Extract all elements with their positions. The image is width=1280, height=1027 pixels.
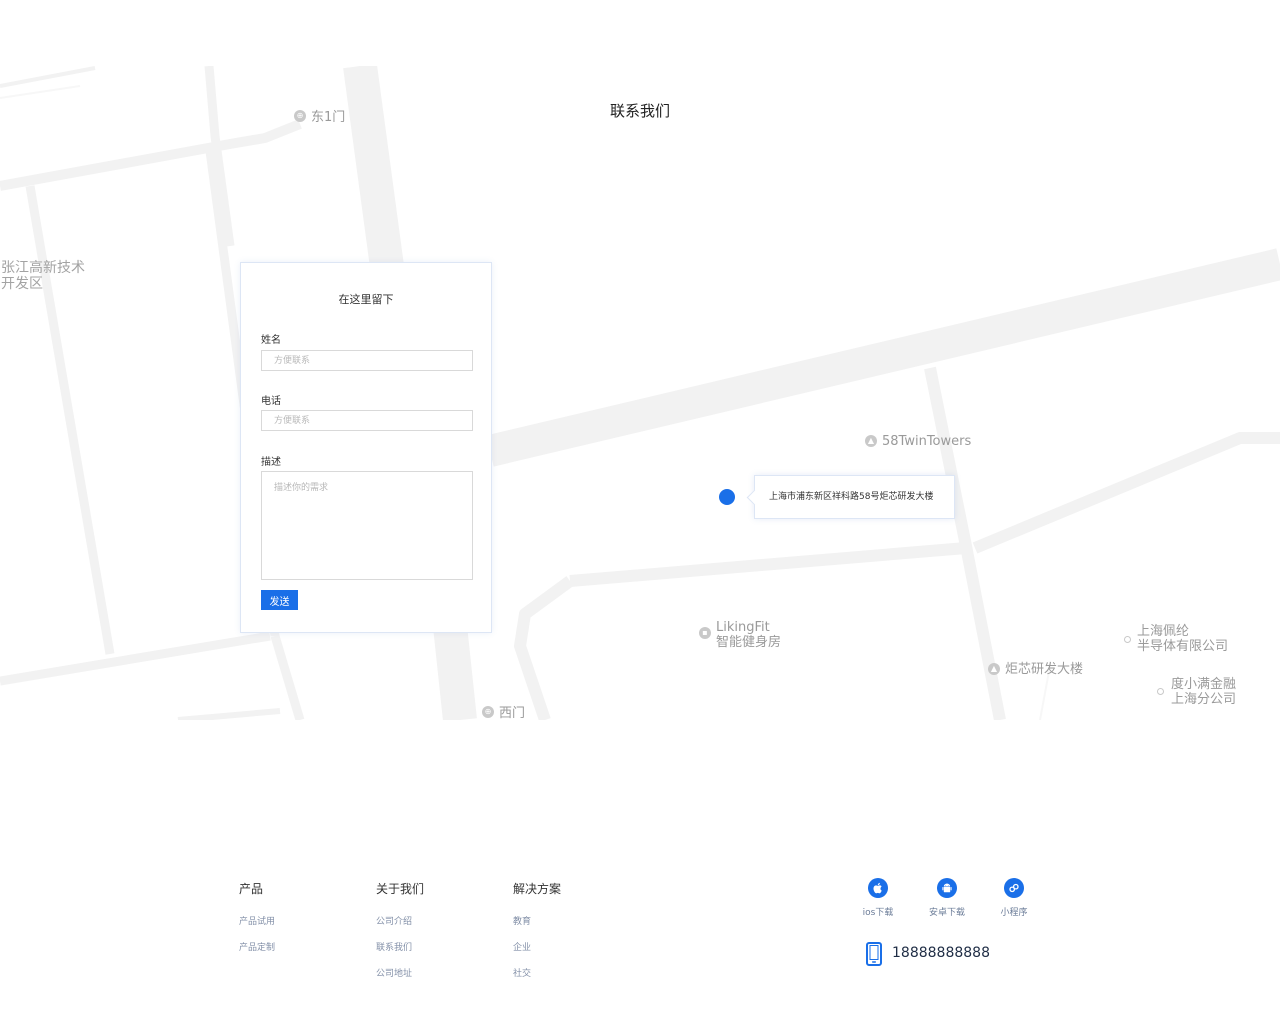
send-button[interactable]: 发送 <box>261 590 298 610</box>
location-marker[interactable] <box>719 489 735 505</box>
footer-link[interactable]: 公司介绍 <box>376 917 496 927</box>
contact-form: 在这里留下 姓名 电话 描述 发送 <box>240 262 492 633</box>
building-icon: ▲ <box>988 663 1000 675</box>
footer-heading: 产品 <box>239 882 264 896</box>
gate-icon: ⊕ <box>482 706 494 718</box>
android-download-label: 安卓下载 <box>928 908 965 918</box>
map-label-duxiaoman-line2[interactable]: 上海分公司 <box>1171 692 1236 707</box>
apple-icon <box>868 878 888 898</box>
address-bubble: 上海市浦东新区祥科路58号炬芯研发大楼 <box>754 475 955 519</box>
fitness-icon: ▪ <box>699 627 711 639</box>
phone-number[interactable]: 18888888888 <box>892 945 990 961</box>
poi-dot <box>1157 688 1164 695</box>
map-label-peilun-line1[interactable]: 上海佩纶 <box>1137 624 1189 639</box>
form-title: 在这里留下 <box>338 293 394 306</box>
android-icon <box>937 878 957 898</box>
footer-column-about: 关于我们 公司介绍 联系我们 公司地址 <box>376 881 496 995</box>
footer-column-products: 产品 产品试用 产品定制 <box>239 881 359 969</box>
name-label: 姓名 <box>261 335 281 346</box>
mini-program[interactable]: 小程序 <box>984 878 1044 918</box>
footer-link[interactable]: 产品试用 <box>239 917 359 927</box>
mini-program-icon <box>1004 878 1024 898</box>
map-label-juxin[interactable]: 炬芯研发大楼 <box>1005 662 1083 677</box>
map-label-duxiaoman-line1[interactable]: 度小满金融 <box>1171 677 1236 692</box>
description-field[interactable] <box>261 471 473 580</box>
poi-dot <box>1124 636 1131 643</box>
footer-heading: 关于我们 <box>376 882 425 896</box>
footer-link[interactable]: 社交 <box>513 969 633 979</box>
phone-label: 电话 <box>261 396 281 407</box>
footer-column-solutions: 解决方案 教育 企业 社交 <box>513 881 633 995</box>
phone-field[interactable] <box>261 410 473 431</box>
footer-heading: 解决方案 <box>513 882 562 896</box>
phone-icon <box>866 942 882 966</box>
page-title: 联系我们 <box>609 102 670 120</box>
map-label-zone-line1: 张江高新技术 <box>1 260 85 276</box>
mini-program-label: 小程序 <box>1000 908 1028 918</box>
footer-link[interactable]: 产品定制 <box>239 943 359 953</box>
footer-link[interactable]: 公司地址 <box>376 969 496 979</box>
ios-download-label: ios下载 <box>862 908 894 918</box>
footer-link[interactable]: 联系我们 <box>376 943 496 953</box>
building-icon: ▲ <box>865 435 877 447</box>
map-label-twin-towers[interactable]: 58TwinTowers <box>882 434 971 449</box>
map-label-likingfit-line2[interactable]: 智能健身房 <box>716 635 781 650</box>
map-label-likingfit-line1[interactable]: LikingFit <box>716 620 770 635</box>
description-label: 描述 <box>261 457 281 468</box>
footer-link[interactable]: 教育 <box>513 917 633 927</box>
ios-download[interactable]: ios下载 <box>848 878 908 918</box>
map[interactable]: ⊕ 东1门 张江高新技术 开发区 ▲ 58TwinTowers ▪ Liking… <box>0 66 1280 720</box>
map-label-peilun-line2[interactable]: 半导体有限公司 <box>1137 639 1228 654</box>
footer-link[interactable]: 企业 <box>513 943 633 953</box>
map-label-zone-line2: 开发区 <box>1 276 43 292</box>
name-field[interactable] <box>261 350 473 371</box>
map-label-west-gate[interactable]: 西门 <box>499 706 525 720</box>
map-roads <box>0 66 1280 720</box>
android-download[interactable]: 安卓下载 <box>917 878 977 918</box>
